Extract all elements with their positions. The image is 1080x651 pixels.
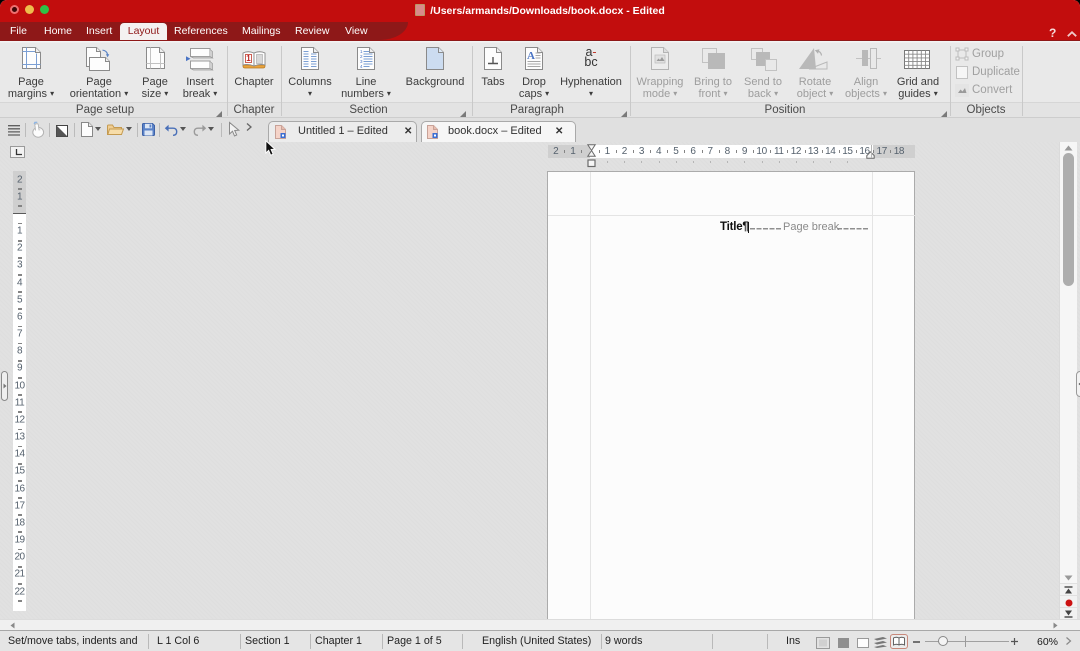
svg-text:A: A bbox=[527, 50, 535, 62]
svg-text:1: 1 bbox=[246, 54, 251, 63]
